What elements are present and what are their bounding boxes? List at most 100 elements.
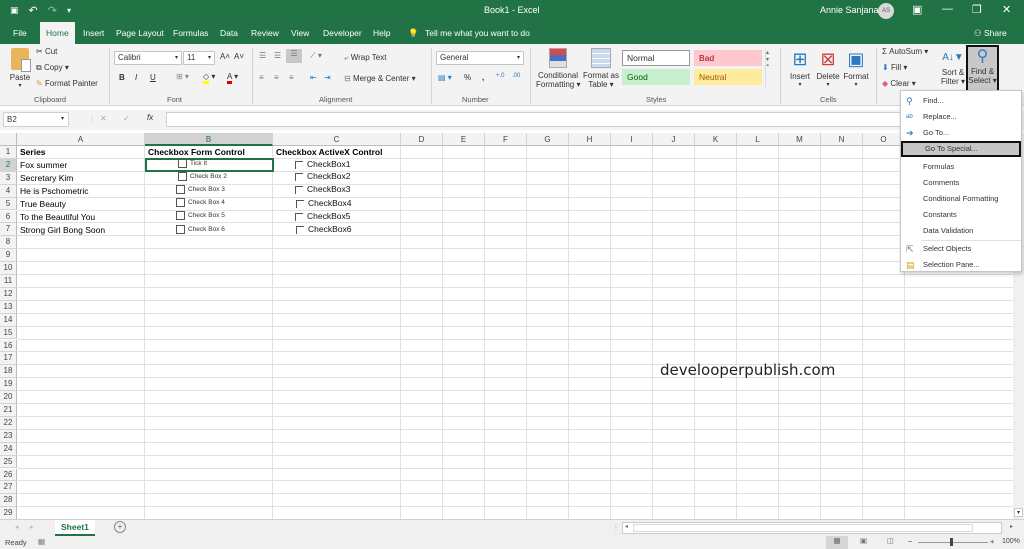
tab-home[interactable]: Home bbox=[40, 22, 75, 44]
zoom-out-button[interactable]: − bbox=[908, 537, 912, 546]
save-icon[interactable]: ▣ bbox=[10, 5, 19, 16]
percent-button[interactable]: % bbox=[464, 73, 471, 82]
style-good[interactable]: Good bbox=[622, 69, 690, 85]
activex-checkbox-6[interactable]: CheckBox6 bbox=[296, 223, 351, 236]
row-header-13[interactable]: 13 bbox=[0, 300, 17, 314]
grow-font-button[interactable]: A˄ bbox=[220, 52, 230, 61]
format-cells-button[interactable]: ▣ Format ▾ bbox=[842, 48, 870, 88]
macro-record-icon[interactable]: ▦ bbox=[38, 537, 45, 546]
form-checkbox-4[interactable]: Check Box 4 bbox=[176, 197, 225, 209]
row-header-27[interactable]: 27 bbox=[0, 481, 17, 495]
column-header-C[interactable]: C bbox=[273, 133, 401, 146]
tab-review[interactable]: Review bbox=[251, 22, 279, 44]
row-header-12[interactable]: 12 bbox=[0, 287, 17, 301]
column-header-J[interactable]: J bbox=[653, 133, 695, 146]
tab-file[interactable]: File bbox=[13, 22, 27, 44]
middle-align-icon[interactable]: ☰ bbox=[274, 51, 281, 60]
form-checkbox-6[interactable]: Check Box 6 bbox=[176, 224, 225, 236]
form-checkbox-1[interactable]: Tick It bbox=[178, 158, 207, 170]
sheet-nav-prev-icon[interactable]: ◂ bbox=[15, 523, 19, 531]
menu-item-comments[interactable]: Comments bbox=[901, 175, 1021, 191]
number-format-select[interactable]: General ▾ bbox=[436, 51, 524, 65]
tab-insert[interactable]: Insert bbox=[83, 22, 104, 44]
find-select-button[interactable]: ⚲ Find & Select ▾ bbox=[966, 45, 999, 92]
font-name-select[interactable]: Calibri ▾ bbox=[114, 51, 182, 65]
style-bad[interactable]: Bad bbox=[694, 50, 762, 66]
menu-item-data-validation[interactable]: Data Validation bbox=[901, 223, 1021, 239]
scroll-right-icon[interactable]: ▸ bbox=[1010, 523, 1013, 530]
tab-formulas[interactable]: Formulas bbox=[173, 22, 208, 44]
increase-decimal-icon[interactable]: +.0 bbox=[496, 73, 505, 79]
comma-button[interactable]: , bbox=[482, 73, 484, 82]
bold-button[interactable]: B bbox=[119, 73, 125, 82]
row-header-10[interactable]: 10 bbox=[0, 262, 17, 275]
sort-filter-button[interactable]: A↓▼ Sort & Filter ▾ bbox=[940, 48, 966, 86]
align-right-icon[interactable]: ≡ bbox=[289, 73, 294, 82]
cell-A4[interactable]: He is Pschometric bbox=[20, 185, 89, 198]
row-header-18[interactable]: 18 bbox=[0, 365, 17, 379]
tab-help[interactable]: Help bbox=[373, 22, 390, 44]
row-header-1[interactable]: 1 bbox=[0, 146, 17, 159]
normal-view-icon[interactable]: ▦ bbox=[826, 536, 848, 549]
row-header-20[interactable]: 20 bbox=[0, 391, 17, 404]
cell-A7[interactable]: Strong Girl Bong Soon bbox=[20, 224, 105, 237]
column-header-B[interactable]: B bbox=[145, 133, 273, 146]
add-sheet-button[interactable]: + bbox=[114, 521, 126, 533]
italic-button[interactable]: I bbox=[135, 73, 137, 82]
align-left-icon[interactable]: ≡ bbox=[259, 73, 264, 82]
row-header-23[interactable]: 23 bbox=[0, 429, 17, 443]
wrap-text-button[interactable]: ⤶ Wrap Text bbox=[344, 53, 386, 63]
ribbon-display-icon[interactable]: ▣ bbox=[912, 3, 922, 16]
paste-button[interactable]: Paste ▾ bbox=[8, 48, 32, 93]
selected-cell-B2[interactable] bbox=[145, 158, 274, 172]
drag-handle-icon[interactable]: ⋮ bbox=[88, 114, 96, 123]
style-neutral[interactable]: Neutral bbox=[694, 69, 762, 85]
row-header-17[interactable]: 17 bbox=[0, 352, 17, 366]
row-header-22[interactable]: 22 bbox=[0, 416, 17, 430]
insert-cells-button[interactable]: ⊞ Insert ▾ bbox=[788, 48, 812, 88]
form-checkbox-2[interactable]: Check Box 2 bbox=[178, 171, 227, 183]
undo-icon[interactable]: ↶ bbox=[29, 4, 38, 17]
user-name[interactable]: Annie Sanjana bbox=[820, 5, 879, 15]
row-header-7[interactable]: 7 bbox=[0, 223, 17, 237]
row-header-24[interactable]: 24 bbox=[0, 442, 17, 456]
column-header-H[interactable]: H bbox=[569, 133, 611, 146]
row-header-21[interactable]: 21 bbox=[0, 404, 17, 417]
tell-me-input[interactable]: Tell me what you want to do bbox=[425, 22, 530, 44]
style-normal[interactable]: Normal bbox=[622, 50, 690, 66]
row-header-14[interactable]: 14 bbox=[0, 313, 17, 327]
customize-qat-icon[interactable]: ▾ bbox=[67, 6, 71, 15]
page-break-view-icon[interactable]: ◫ bbox=[887, 536, 894, 545]
column-header-G[interactable]: G bbox=[527, 133, 569, 146]
sheet-nav-next-icon[interactable]: ▸ bbox=[30, 523, 34, 531]
form-checkbox-3[interactable]: Check Box 3 bbox=[176, 184, 225, 196]
row-header-19[interactable]: 19 bbox=[0, 378, 17, 392]
cut-button[interactable]: ✂ Cut bbox=[36, 47, 57, 56]
orientation-icon[interactable]: ⟋ ▾ bbox=[310, 51, 322, 61]
decrease-indent-icon[interactable]: ⇤ bbox=[310, 73, 317, 82]
menu-item-formulas[interactable]: Formulas bbox=[901, 159, 1021, 175]
redo-icon[interactable]: ↷ bbox=[48, 4, 57, 17]
fill-color-button[interactable]: ◇ ▾ bbox=[203, 72, 215, 84]
align-center-icon[interactable]: ≡ bbox=[274, 73, 279, 82]
avatar[interactable]: AS bbox=[878, 3, 894, 19]
row-header-11[interactable]: 11 bbox=[0, 275, 17, 288]
format-painter-button[interactable]: ✎ Format Painter bbox=[36, 79, 98, 88]
increase-indent-icon[interactable]: ⇥ bbox=[324, 73, 331, 82]
fill-button[interactable]: ⬇ Fill ▾ bbox=[882, 63, 907, 72]
scroll-down-icon[interactable]: ▾ bbox=[1014, 508, 1023, 517]
minimize-button[interactable]: — bbox=[942, 3, 953, 15]
menu-item-replace[interactable]: ab Replace... bbox=[901, 109, 1021, 125]
select-all-corner[interactable] bbox=[0, 133, 17, 146]
column-header-O[interactable]: O bbox=[863, 133, 905, 146]
row-header-8[interactable]: 8 bbox=[0, 236, 17, 250]
form-checkbox-5[interactable]: Check Box 5 bbox=[176, 210, 225, 222]
horizontal-scroll-thumb[interactable] bbox=[633, 524, 973, 532]
close-button[interactable]: ✕ bbox=[1002, 3, 1011, 16]
row-header-4[interactable]: 4 bbox=[0, 184, 17, 198]
row-header-2[interactable]: 2 bbox=[0, 158, 17, 172]
row-header-26[interactable]: 26 bbox=[0, 468, 17, 482]
row-header-5[interactable]: 5 bbox=[0, 197, 17, 211]
split-handle-icon[interactable]: ⋮ bbox=[612, 523, 620, 532]
zoom-slider-thumb[interactable] bbox=[950, 538, 953, 546]
